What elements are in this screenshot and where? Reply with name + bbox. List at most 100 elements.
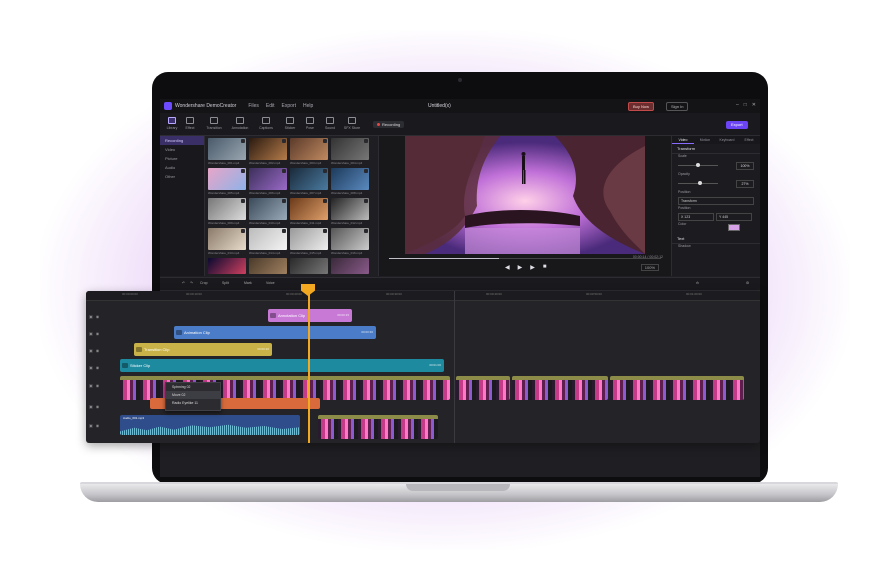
zoom-select[interactable]: 100% (640, 264, 659, 271)
opacity-value[interactable]: 27% (736, 180, 754, 188)
zoom-out-icon[interactable]: ⊖ (696, 281, 699, 285)
eye-icon[interactable]: ◉ (96, 365, 100, 370)
library-thumb[interactable]: Wondershare_011.mp4 (290, 198, 328, 225)
lock-icon[interactable]: ▣ (89, 365, 93, 370)
close-icon[interactable]: ✕ (752, 102, 756, 108)
library-thumb[interactable]: Wondershare_006.mp4 (249, 168, 287, 195)
add-icon[interactable] (282, 199, 286, 203)
menu-edit[interactable]: Edit (266, 103, 275, 109)
tab-effect[interactable]: Effect (738, 136, 760, 144)
library-thumb[interactable]: Wondershare_016.mp4 (331, 228, 369, 255)
tool-sticker[interactable]: Sticker (280, 117, 300, 130)
add-icon[interactable] (323, 169, 327, 173)
rotation-select[interactable]: Transform (678, 197, 754, 205)
add-icon[interactable] (282, 169, 286, 173)
prev-frame-icon[interactable]: ◀ (505, 264, 510, 271)
sidebar-item-video[interactable]: Video (160, 145, 204, 154)
sidebar-item-recording[interactable]: Recording (160, 136, 204, 145)
add-icon[interactable] (364, 199, 368, 203)
library-thumb[interactable]: Wondershare_002.mp4 (249, 138, 287, 165)
opacity-slider-knob[interactable] (697, 181, 702, 185)
sign-in-button[interactable]: Sign In (666, 102, 689, 111)
library-thumb[interactable]: Wondershare_009.mp4 (208, 198, 246, 225)
tool-effect[interactable]: Effect (180, 117, 200, 130)
lock-icon[interactable]: ▣ (89, 383, 93, 388)
context-menu-item[interactable]: Radio Eyelike 11 (166, 399, 220, 407)
menu-export[interactable]: Export (282, 103, 296, 109)
audio-clip[interactable]: Audio_001.mp3 (120, 415, 300, 435)
eye-icon[interactable]: ◉ (96, 404, 100, 409)
menu-help[interactable]: Help (303, 103, 313, 109)
play-icon[interactable]: ▶ (518, 264, 523, 271)
preview-scrubber[interactable] (389, 258, 661, 259)
scale-slider[interactable] (678, 163, 718, 167)
library-thumb[interactable] (331, 258, 369, 274)
export-button[interactable]: Export (726, 121, 748, 129)
library-thumb[interactable]: Wondershare_012.mp4 (331, 198, 369, 225)
add-icon[interactable] (364, 169, 368, 173)
library-thumb[interactable]: Wondershare_005.mp4 (208, 168, 246, 195)
eye-icon[interactable]: ◉ (96, 314, 100, 319)
eye-icon[interactable]: ◉ (96, 423, 100, 428)
transition-clip[interactable]: Transition Clip 00:00:20 (134, 343, 272, 356)
tool-sfx-store[interactable]: SFX Store (342, 117, 362, 130)
split-tool[interactable]: Split (222, 281, 229, 285)
video-clip[interactable]: Video Clip Name_004.mp4 (318, 415, 438, 439)
lock-icon[interactable]: ▣ (89, 348, 93, 353)
undo-icon[interactable]: ↶ (182, 281, 185, 285)
tool-annotation[interactable]: Annotation (230, 117, 250, 130)
library-thumb[interactable]: Wondershare_004.mp4 (331, 138, 369, 165)
library-thumb[interactable]: Wondershare_014.mp4 (249, 228, 287, 255)
maximize-icon[interactable]: □ (744, 102, 747, 108)
library-thumb[interactable]: Wondershare_013.mp4 (208, 228, 246, 255)
tool-transition[interactable]: Transition (204, 117, 224, 130)
tool-captions[interactable]: Captions (256, 117, 276, 130)
section-transform[interactable]: Transform (672, 144, 760, 154)
add-icon[interactable] (282, 139, 286, 143)
context-menu-item[interactable]: Spinning 02 (166, 383, 220, 391)
color-swatch[interactable] (728, 224, 740, 231)
tab-keyboard[interactable]: Keyboard (716, 136, 738, 144)
effect-clip[interactable]: Effect Spotlight (456, 376, 510, 400)
add-icon[interactable] (241, 139, 245, 143)
playhead-line[interactable] (308, 291, 310, 443)
add-icon[interactable] (282, 229, 286, 233)
settings-icon[interactable]: ⚙ (746, 281, 749, 285)
video-clip[interactable]: Video Clip Name_003.mp4 (610, 376, 744, 400)
library-thumb[interactable]: Wondershare_008.mp4 (331, 168, 369, 195)
eye-icon[interactable]: ◉ (96, 383, 100, 388)
sidebar-item-audio[interactable]: Audio (160, 163, 204, 172)
add-icon[interactable] (323, 199, 327, 203)
lock-icon[interactable]: ▣ (89, 404, 93, 409)
sidebar-item-other[interactable]: Other (160, 172, 204, 181)
add-icon[interactable] (364, 229, 368, 233)
tool-pose[interactable]: Pose (300, 117, 320, 130)
library-thumb[interactable] (208, 258, 246, 274)
sticker-clip[interactable]: Sticker Clip 00:01:00 (120, 359, 444, 372)
library-thumb[interactable]: Wondershare_015.mp4 (290, 228, 328, 255)
add-icon[interactable] (323, 139, 327, 143)
buy-now-button[interactable]: Buy Now (628, 102, 655, 111)
recording-button[interactable]: Recording (373, 121, 405, 128)
library-thumb[interactable] (290, 258, 328, 274)
minimize-icon[interactable]: – (736, 102, 739, 108)
add-icon[interactable] (241, 169, 245, 173)
tab-motion[interactable]: Motion (694, 136, 716, 144)
library-thumb[interactable]: Wondershare_010.mp4 (249, 198, 287, 225)
add-icon[interactable] (364, 139, 368, 143)
library-thumb[interactable]: Wondershare_003.mp4 (290, 138, 328, 165)
scale-slider-knob[interactable] (696, 163, 700, 167)
crop-tool[interactable]: Crop (200, 281, 208, 285)
sidebar-item-picture[interactable]: Picture (160, 154, 204, 163)
lock-icon[interactable]: ▣ (89, 314, 93, 319)
scale-value[interactable]: 100% (736, 162, 754, 170)
library-thumb[interactable] (249, 258, 287, 274)
add-icon[interactable] (241, 229, 245, 233)
eye-icon[interactable]: ◉ (96, 331, 100, 336)
voice-tool[interactable]: Voice (266, 281, 275, 285)
lock-icon[interactable]: ▣ (89, 423, 93, 428)
timeline-ruler[interactable]: 00:00:00:00 00:00:10:00 00:00:20:00 00:0… (86, 291, 760, 301)
next-frame-icon[interactable]: ▶ (530, 264, 535, 271)
stop-icon[interactable]: ■ (543, 264, 547, 271)
context-menu-item[interactable]: Move 02 (166, 391, 220, 399)
